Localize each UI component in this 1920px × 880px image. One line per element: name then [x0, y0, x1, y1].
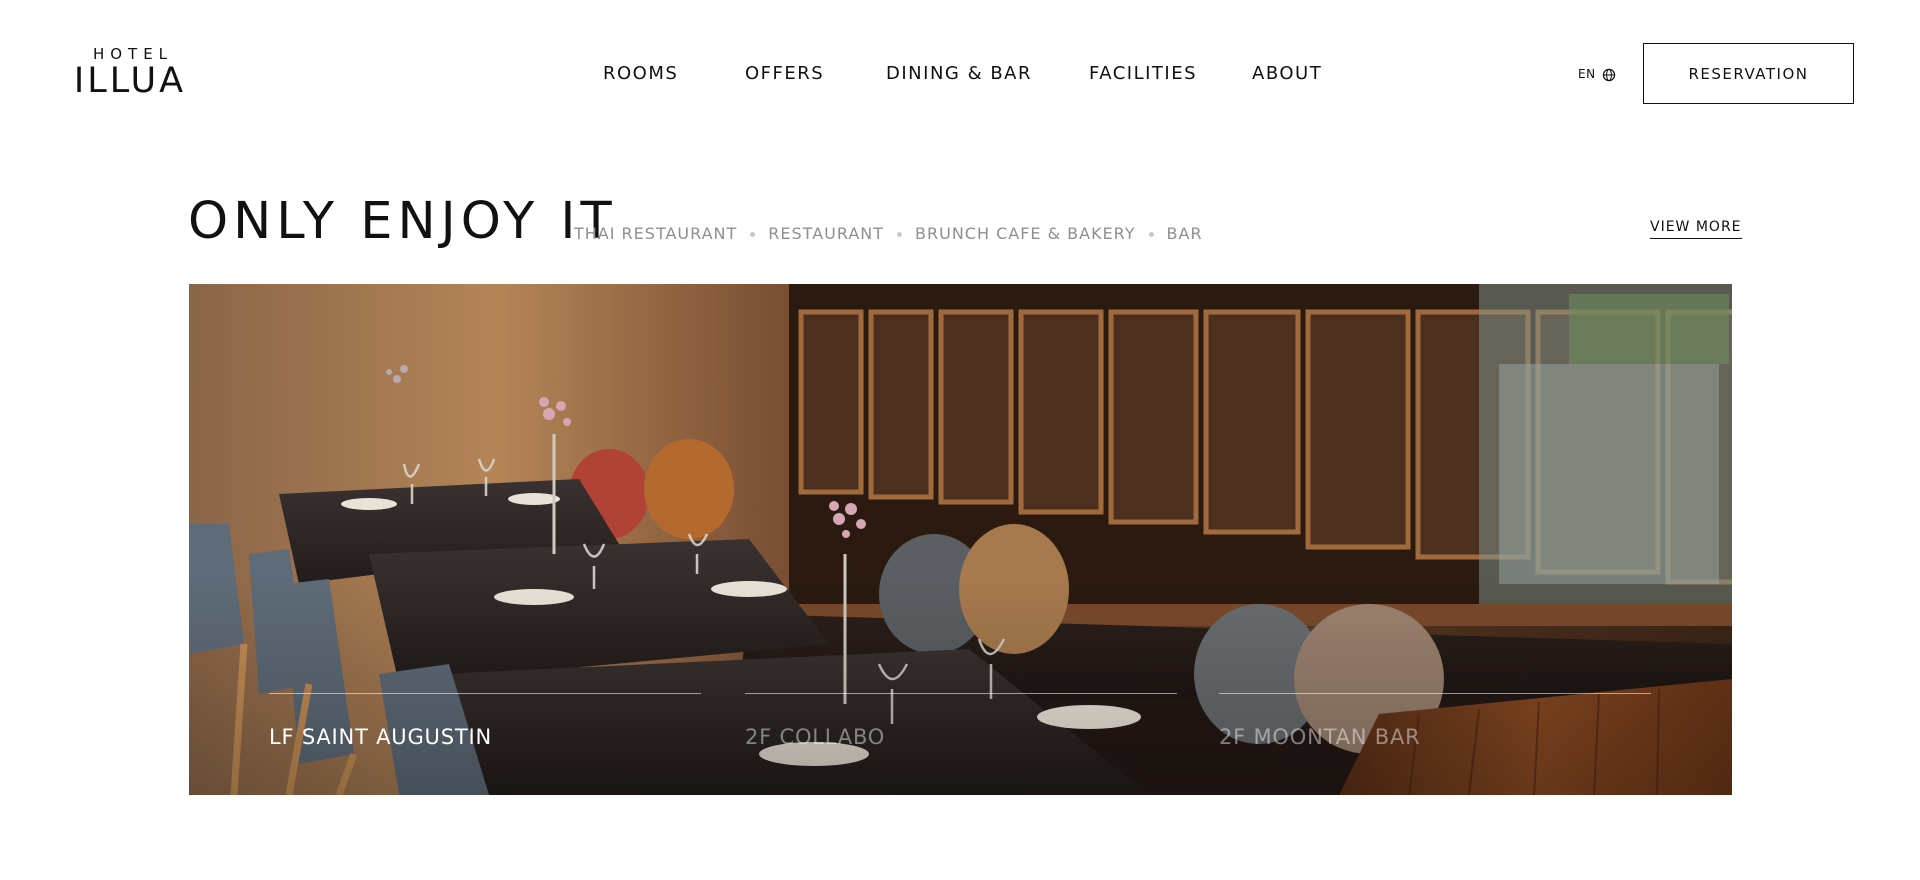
venue-label: LF SAINT AUGUSTIN [269, 725, 492, 749]
venue-divider [269, 693, 701, 694]
venue-label: 2F COLLABO [745, 725, 886, 749]
venue-label: 2F MOONTAN BAR [1219, 725, 1421, 749]
logo-top-text: HOTEL [92, 45, 174, 63]
category-separator-dot [1148, 231, 1154, 237]
section-title: ONLY ENJOY IT [188, 192, 617, 251]
language-selector[interactable]: EN [1578, 66, 1616, 82]
language-label: EN [1578, 67, 1596, 81]
dining-category-tabs: THAI RESTAURANT RESTAURANT BRUNCH CAFE &… [574, 223, 1203, 245]
category-bar[interactable]: BAR [1167, 223, 1203, 245]
nav-item-facilities[interactable]: FACILITIES [1089, 62, 1197, 86]
hero-overlay [189, 575, 1732, 795]
venue-divider [1219, 693, 1651, 694]
category-brunch-cafe-bakery[interactable]: BRUNCH CAFE & BAKERY [915, 223, 1136, 245]
reservation-button[interactable]: RESERVATION [1643, 43, 1854, 104]
globe-icon [1602, 67, 1616, 82]
venue-tab-collabo[interactable]: 2F COLLABO [745, 693, 1177, 750]
nav-item-about[interactable]: ABOUT [1252, 62, 1322, 86]
nav-item-dining-bar[interactable]: DINING & BAR [886, 62, 1032, 86]
site-header: HOTEL ILLUA ROOMS OFFERS DINING & BAR FA… [0, 0, 1920, 150]
venue-tab-saint-augustin[interactable]: LF SAINT AUGUSTIN [269, 693, 701, 750]
nav-item-offers[interactable]: OFFERS [745, 62, 824, 86]
category-separator-dot [750, 231, 756, 237]
category-separator-dot [897, 231, 903, 237]
view-more-link[interactable]: VIEW MORE [1650, 218, 1742, 239]
category-thai-restaurant[interactable]: THAI RESTAURANT [574, 223, 737, 245]
venue-divider [745, 693, 1177, 694]
main-nav: ROOMS OFFERS DINING & BAR FACILITIES ABO… [0, 62, 1920, 86]
venue-tab-moontan-bar[interactable]: 2F MOONTAN BAR [1219, 693, 1651, 750]
hero-image: LF SAINT AUGUSTIN 2F COLLABO 2F MOONTAN … [189, 284, 1732, 795]
category-restaurant[interactable]: RESTAURANT [768, 223, 884, 245]
nav-item-rooms[interactable]: ROOMS [603, 62, 678, 86]
